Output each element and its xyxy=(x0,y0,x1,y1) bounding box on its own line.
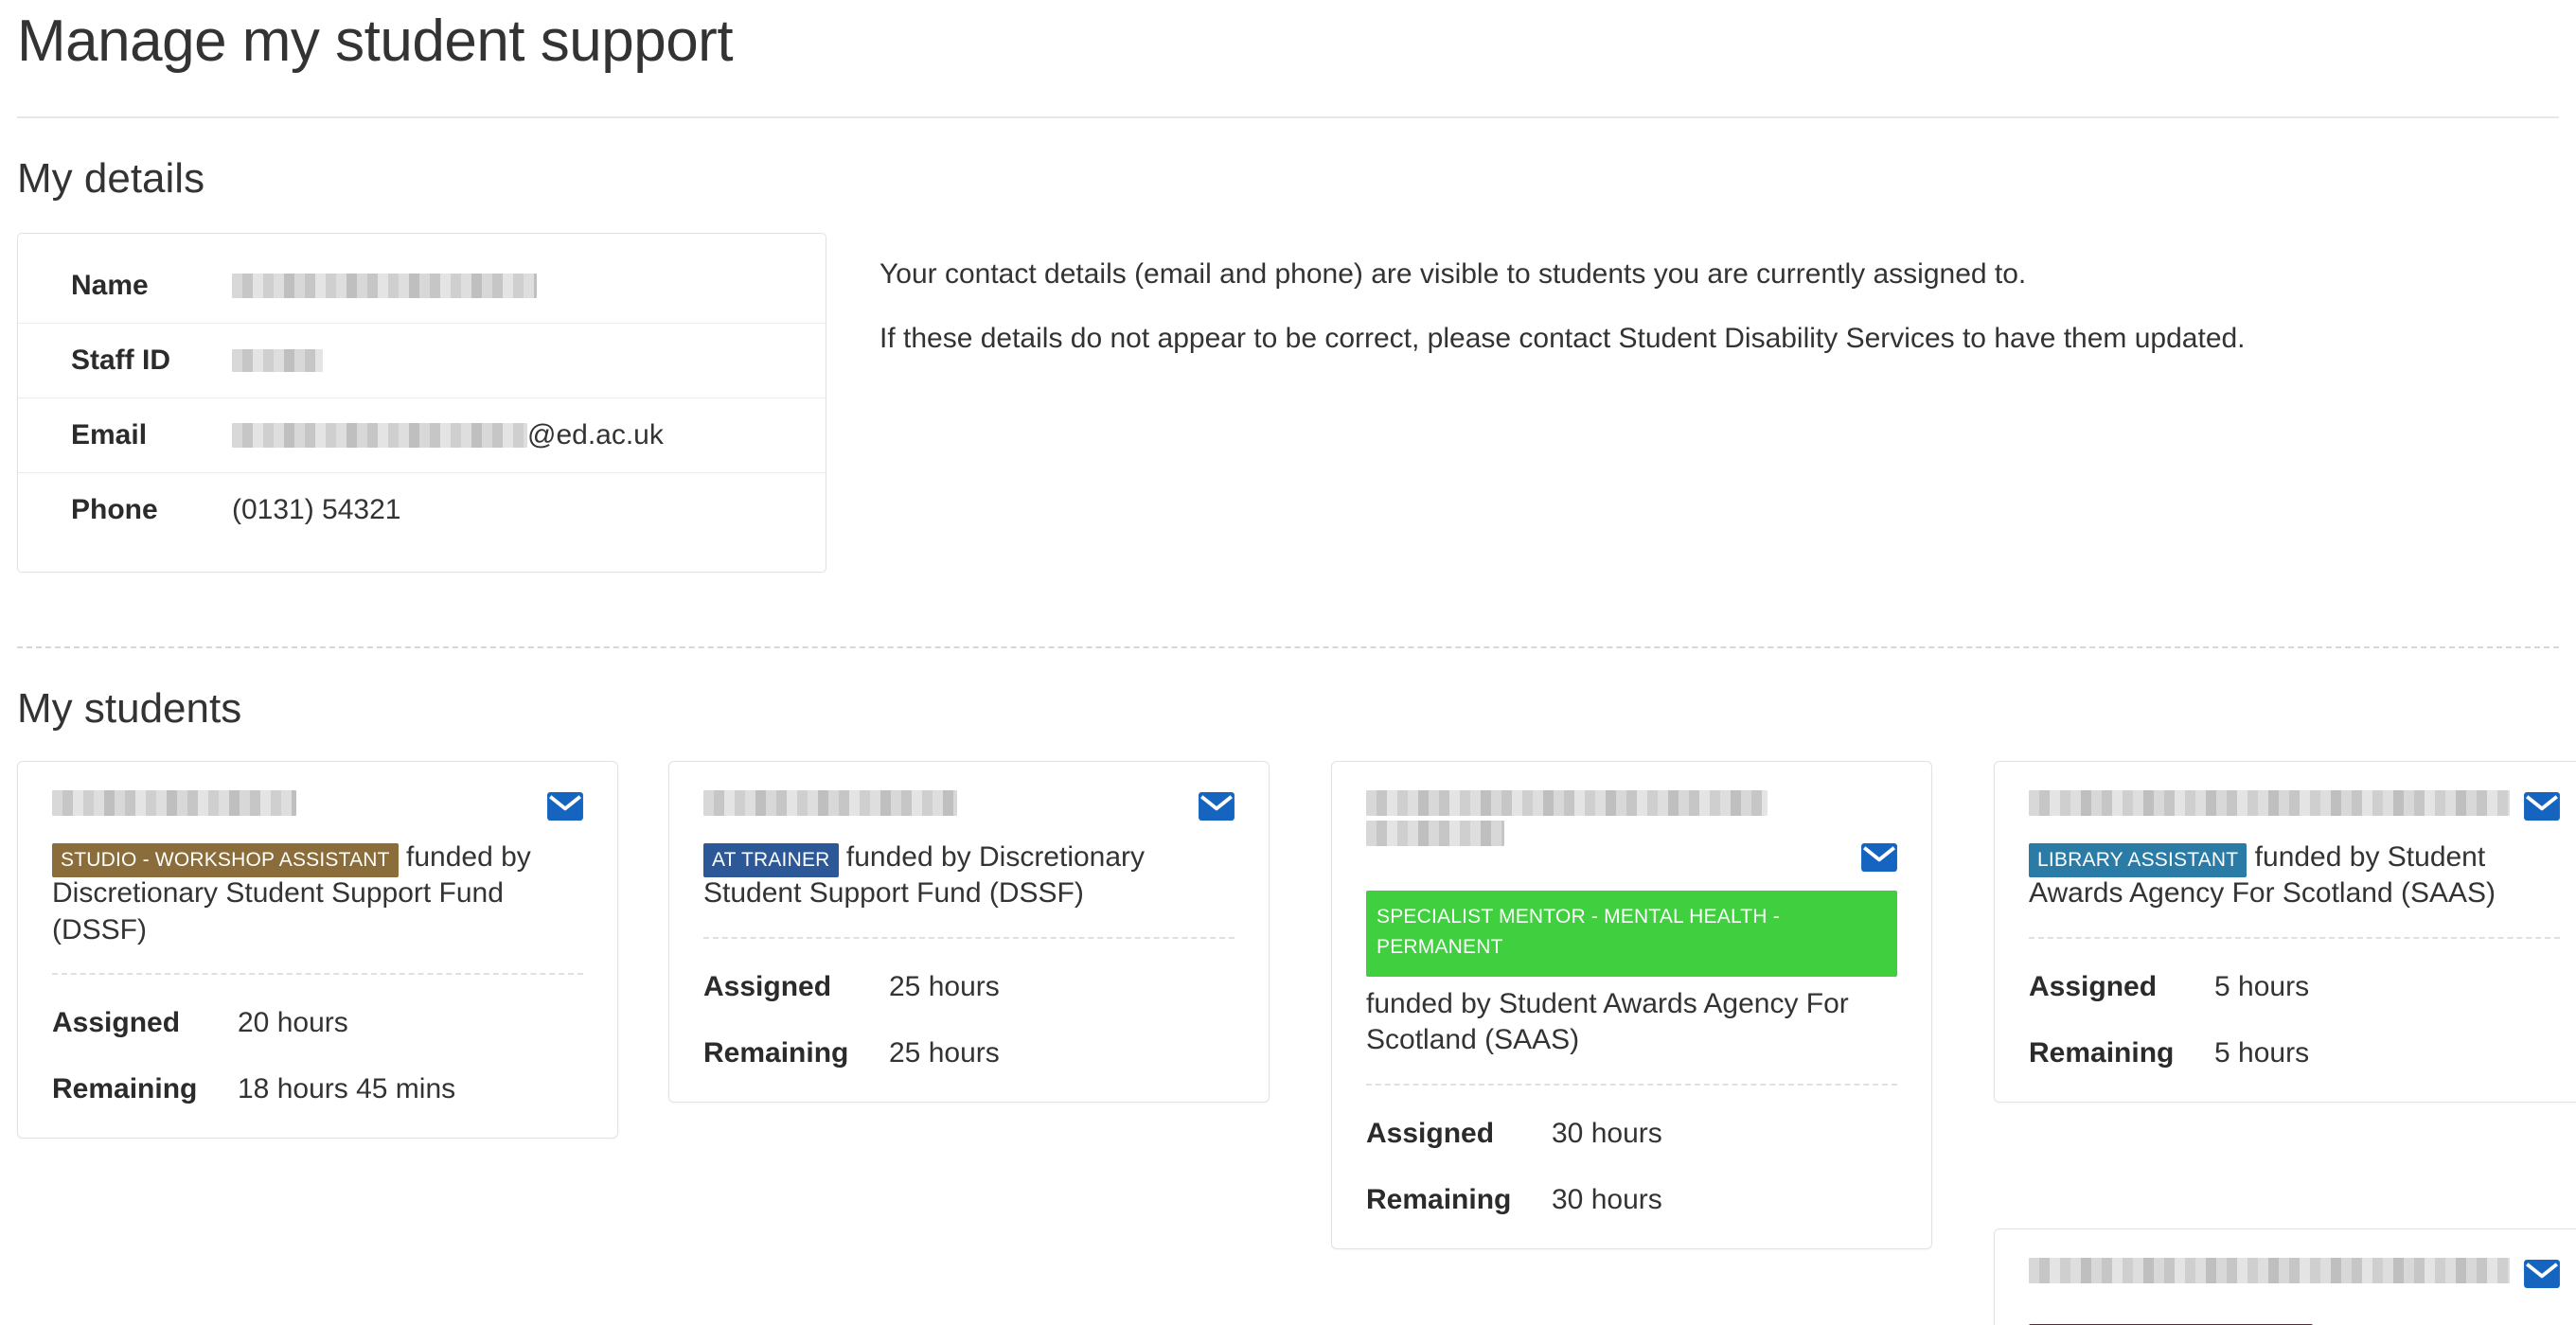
detail-value-phone: (0131) 54321 xyxy=(232,494,400,526)
assigned-label: Assigned xyxy=(52,1007,238,1039)
student-card-header xyxy=(2029,790,2560,834)
remaining-label: Remaining xyxy=(1366,1184,1552,1216)
email-domain: @ed.ac.uk xyxy=(527,419,664,451)
remaining-value: 18 hours 45 mins xyxy=(238,1073,455,1105)
notes-line-2: If these details do not appear to be cor… xyxy=(879,318,2246,360)
student-card[interactable] xyxy=(1994,1228,2576,1325)
student-role-line: LIBRARY ASSISTANT funded by Student Awar… xyxy=(2029,839,2560,912)
my-details-notes: Your contact details (email and phone) a… xyxy=(879,233,2246,359)
redaction-block xyxy=(2029,790,2510,816)
role-badge: SPECIALIST MENTOR - MENTAL HEALTH - PERM… xyxy=(1366,891,1897,977)
my-details-heading: My details xyxy=(17,154,2559,204)
student-name-redacted xyxy=(2029,790,2494,821)
redaction-block xyxy=(1366,790,1768,816)
envelope-icon[interactable] xyxy=(1199,792,1235,821)
remaining-row: Remaining 30 hours xyxy=(1366,1184,1897,1216)
redacted-name xyxy=(232,274,537,298)
student-name-redacted xyxy=(703,790,1168,821)
role-badge: STUDIO - WORKSHOP ASSISTANT xyxy=(52,843,399,877)
section-dashed-divider xyxy=(17,646,2559,648)
assigned-label: Assigned xyxy=(2029,971,2214,1003)
funding-text: funded by Student Awards Agency For Scot… xyxy=(1366,988,1849,1055)
student-card-header xyxy=(1366,790,1897,885)
redaction-block xyxy=(52,790,296,816)
envelope-icon[interactable] xyxy=(2524,1260,2560,1288)
remaining-row: Remaining 18 hours 45 mins xyxy=(52,1073,583,1105)
assigned-value: 25 hours xyxy=(889,971,1000,1003)
card-divider xyxy=(52,973,583,975)
redaction-block xyxy=(2029,1258,2510,1283)
assigned-row: Assigned 30 hours xyxy=(1366,1118,1897,1150)
remaining-label: Remaining xyxy=(52,1073,238,1105)
notes-line-1: Your contact details (email and phone) a… xyxy=(879,254,2246,295)
assigned-row: Assigned 5 hours xyxy=(2029,971,2560,1003)
envelope-icon[interactable] xyxy=(2524,792,2560,821)
remaining-label: Remaining xyxy=(703,1037,889,1069)
envelope-icon[interactable] xyxy=(1861,843,1897,872)
detail-label-phone: Phone xyxy=(71,494,232,526)
student-card[interactable]: SPECIALIST MENTOR - MENTAL HEALTH - PERM… xyxy=(1331,761,1932,1249)
detail-value-email: @ed.ac.uk xyxy=(232,419,664,451)
remaining-value: 25 hours xyxy=(889,1037,1000,1069)
remaining-row: Remaining 25 hours xyxy=(703,1037,1235,1069)
detail-label-email: Email xyxy=(71,419,232,451)
detail-label-name: Name xyxy=(71,270,232,302)
assigned-label: Assigned xyxy=(703,971,889,1003)
page-title: Manage my student support xyxy=(17,0,2559,75)
student-role-line: AT TRAINER funded by Discretionary Stude… xyxy=(703,839,1235,912)
page-root: Manage my student support My details Nam… xyxy=(0,0,2576,1325)
detail-value-staff-id xyxy=(232,349,323,372)
redacted-email-local-part xyxy=(232,423,527,448)
remaining-row: Remaining 5 hours xyxy=(2029,1037,2560,1069)
detail-label-staff-id: Staff ID xyxy=(71,344,232,377)
student-name-redacted xyxy=(1366,790,1831,851)
student-card[interactable]: STUDIO - WORKSHOP ASSISTANT funded by Di… xyxy=(17,761,618,1139)
students-card-grid: STUDIO - WORKSHOP ASSISTANT funded by Di… xyxy=(17,761,2559,1253)
student-name-redacted xyxy=(52,790,517,821)
title-divider xyxy=(17,116,2559,118)
student-role-line xyxy=(2029,1307,2560,1325)
student-role-line: STUDIO - WORKSHOP ASSISTANT funded by Di… xyxy=(52,839,583,948)
my-details-card: Name Staff ID Email @ed.ac.uk Phon xyxy=(17,233,826,573)
student-card[interactable]: AT TRAINER funded by Discretionary Stude… xyxy=(668,761,1270,1103)
remaining-value: 30 hours xyxy=(1552,1184,1662,1216)
card-divider xyxy=(1366,1084,1897,1086)
remaining-value: 5 hours xyxy=(2214,1037,2309,1069)
assigned-label: Assigned xyxy=(1366,1118,1552,1150)
redaction-block xyxy=(1366,821,1504,846)
assigned-value: 5 hours xyxy=(2214,971,2309,1003)
detail-row-staff-id: Staff ID xyxy=(18,323,826,398)
student-card[interactable]: LIBRARY ASSISTANT funded by Student Awar… xyxy=(1994,761,2576,1103)
student-name-redacted xyxy=(2029,1258,2494,1288)
envelope-icon[interactable] xyxy=(547,792,583,821)
detail-row-phone: Phone (0131) 54321 xyxy=(18,472,826,547)
role-badge: AT TRAINER xyxy=(703,843,839,877)
assigned-row: Assigned 20 hours xyxy=(52,1007,583,1039)
student-card-header xyxy=(703,790,1235,834)
assigned-value: 20 hours xyxy=(238,1007,348,1039)
assigned-value: 30 hours xyxy=(1552,1118,1662,1150)
student-role-line: SPECIALIST MENTOR - MENTAL HEALTH - PERM… xyxy=(1366,891,1897,1059)
redacted-staff-id xyxy=(232,349,323,372)
role-badge: LIBRARY ASSISTANT xyxy=(2029,843,2247,877)
detail-row-name: Name xyxy=(18,249,826,323)
card-divider xyxy=(2029,937,2560,939)
student-card-header xyxy=(2029,1258,2560,1301)
redaction-block xyxy=(703,790,957,816)
my-details-section: Name Staff ID Email @ed.ac.uk Phon xyxy=(17,233,2559,573)
assigned-row: Assigned 25 hours xyxy=(703,971,1235,1003)
detail-row-email: Email @ed.ac.uk xyxy=(18,398,826,472)
my-students-heading: My students xyxy=(17,684,2559,734)
remaining-label: Remaining xyxy=(2029,1037,2214,1069)
student-card-header xyxy=(52,790,583,834)
card-divider xyxy=(703,937,1235,939)
detail-value-name xyxy=(232,274,537,298)
